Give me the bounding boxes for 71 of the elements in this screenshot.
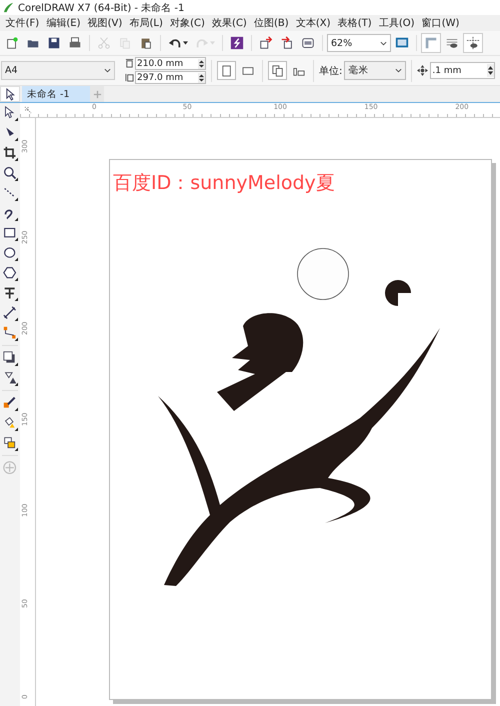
menu-item[interactable]: 效果(C)	[208, 16, 250, 30]
guidelines-icon	[466, 36, 480, 50]
clipboard-icon	[139, 36, 153, 50]
menu-item[interactable]: 文本(X)	[292, 16, 334, 30]
page-width-field[interactable]: 210.0 mm	[135, 57, 206, 70]
pages-icon	[272, 64, 284, 76]
canvas-text: 百度ID：sunnyMelody夏	[113, 171, 335, 196]
units-dropdown[interactable]: 毫米	[344, 61, 406, 80]
pdf-icon	[301, 36, 315, 50]
spinner-arrows-icon[interactable]	[487, 64, 494, 77]
new-document-icon	[5, 36, 19, 50]
export-icon	[280, 36, 294, 50]
menu-item[interactable]: 工具(O)	[375, 16, 418, 30]
text-tool-icon[interactable]	[2, 286, 18, 300]
menu-item[interactable]: 编辑(E)	[42, 16, 84, 30]
paint-bucket-icon[interactable]	[2, 416, 18, 430]
copy-icon	[118, 36, 132, 50]
outline-circle	[297, 248, 349, 300]
zoom-dropdown[interactable]: 62%	[327, 34, 391, 52]
portrait-page-icon	[222, 64, 232, 76]
page-height-icon	[125, 73, 134, 82]
lightning-icon	[230, 36, 244, 50]
page-height-field[interactable]: 297.0 mm	[135, 71, 206, 84]
monitor-icon	[395, 36, 409, 50]
connector-icon[interactable]	[2, 326, 18, 340]
menu-item[interactable]: 文件(F)	[2, 16, 43, 30]
caret-icon	[395, 68, 402, 73]
shadow-icon[interactable]	[2, 350, 18, 366]
crop-icon[interactable]	[2, 146, 18, 160]
menu-item[interactable]: 视图(V)	[84, 16, 126, 30]
scissors-icon	[97, 36, 111, 50]
printer-icon	[68, 36, 82, 50]
plus-icon	[92, 90, 102, 98]
menu-item[interactable]: 位图(B)	[250, 16, 292, 30]
caret-icon	[104, 68, 111, 73]
dotted-line-icon[interactable]	[2, 186, 18, 200]
polygon-icon[interactable]	[2, 266, 18, 280]
ellipse-icon[interactable]	[2, 246, 18, 260]
menu-item[interactable]: 布局(L)	[126, 16, 166, 30]
landscape-page-icon	[242, 66, 254, 76]
spinner-arrows-icon[interactable]	[198, 72, 205, 82]
grid-view-icon	[445, 36, 459, 50]
guides-button[interactable]	[463, 33, 483, 53]
rectangle-icon[interactable]	[2, 226, 18, 240]
caret-icon	[183, 41, 188, 45]
nudge-icon	[417, 65, 428, 76]
nudge-field[interactable]: .1 mm	[430, 62, 496, 79]
caret-icon	[380, 40, 387, 46]
page-width-icon	[125, 59, 134, 68]
menu-item[interactable]: 对象(C)	[166, 16, 208, 30]
dimension-icon[interactable]	[2, 306, 18, 320]
pointer-icon[interactable]	[4, 88, 16, 100]
import-icon	[259, 36, 273, 50]
page-size-dropdown[interactable]: A4	[1, 61, 115, 80]
smart-fill-icon[interactable]	[2, 436, 18, 450]
zoom-icon[interactable]	[2, 166, 18, 180]
window-title: CorelDRAW X7 (64-Bit) - 未命名 -1	[18, 2, 184, 14]
transparency-icon[interactable]	[2, 370, 18, 386]
app-logo-icon	[3, 2, 14, 13]
ruler-origin-icon[interactable]	[24, 106, 32, 114]
units-label: 单位:	[319, 64, 342, 78]
pie-shape	[385, 280, 411, 306]
portrait-button[interactable]	[217, 61, 236, 80]
all-pages-button[interactable]	[268, 61, 287, 80]
pointer-icon[interactable]	[2, 106, 18, 120]
menu-item[interactable]: 表格(T)	[334, 16, 376, 30]
spinner-arrows-icon[interactable]	[198, 58, 205, 68]
menu-item[interactable]: 窗口(W)	[418, 16, 464, 30]
ruler-icon	[424, 36, 438, 50]
eyedropper-icon[interactable]	[2, 396, 18, 410]
document-tab[interactable]: 未命名 -1	[22, 86, 90, 102]
